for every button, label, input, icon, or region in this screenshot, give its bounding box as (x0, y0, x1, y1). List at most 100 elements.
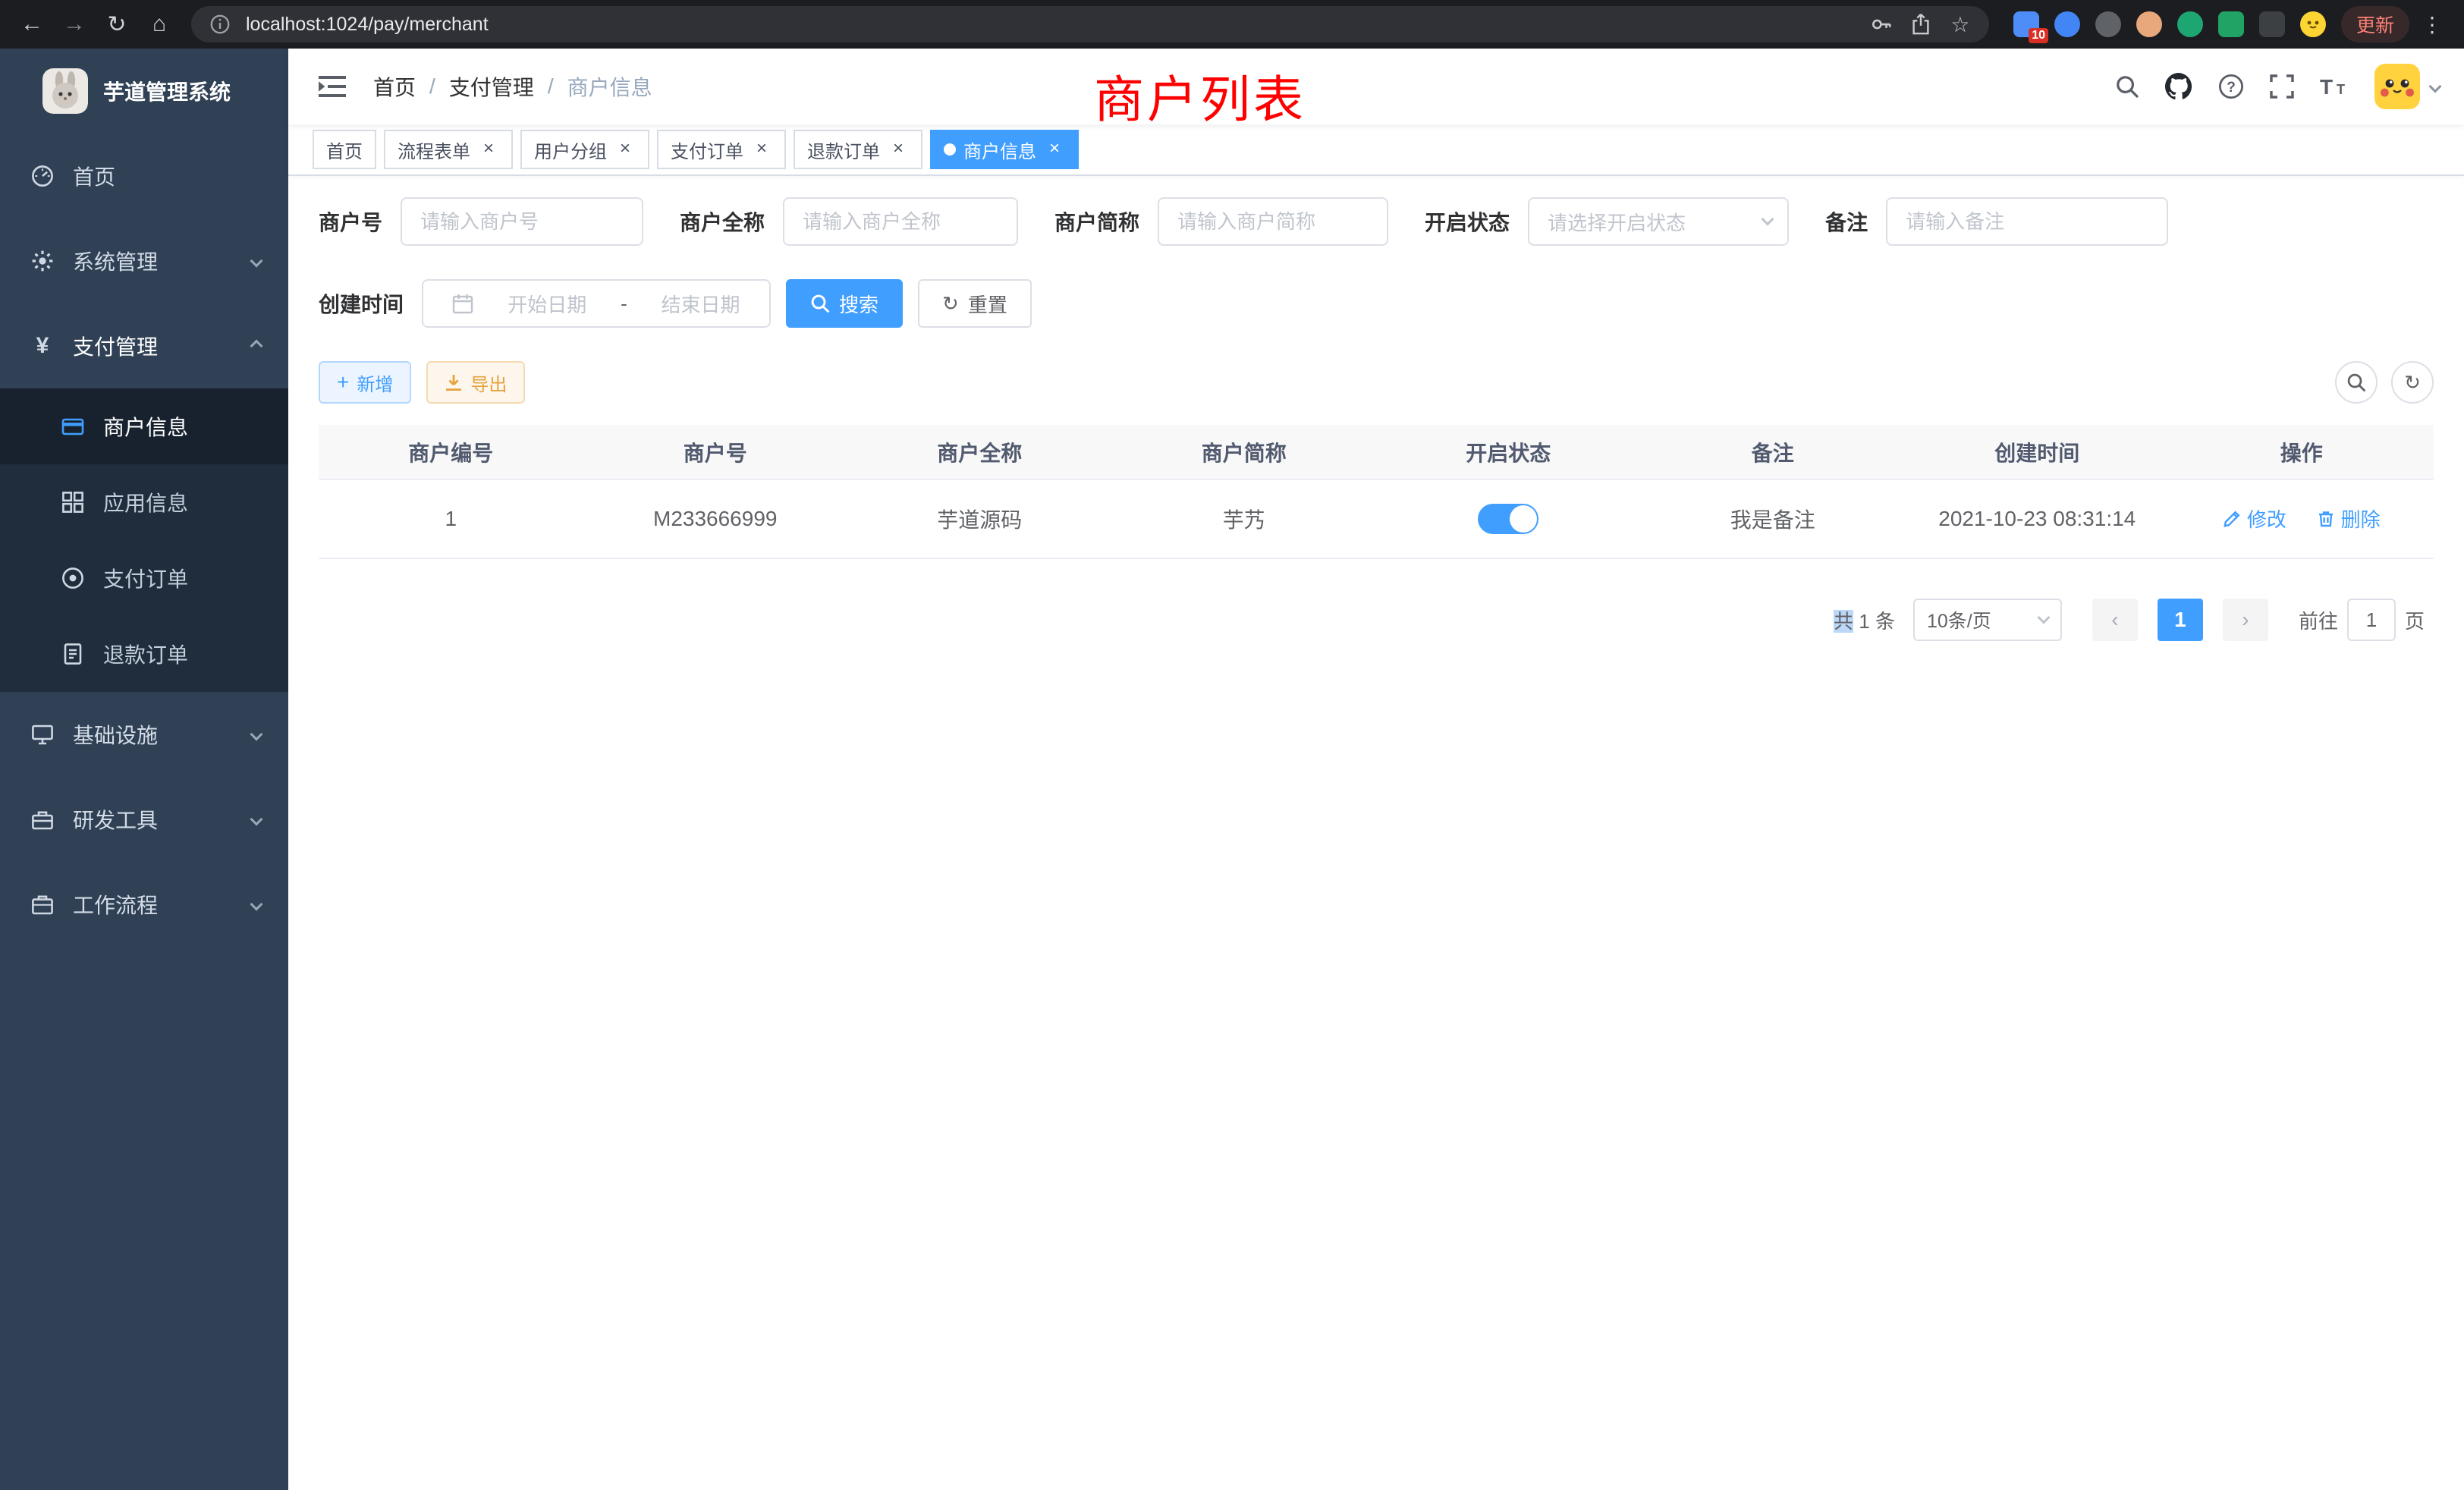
extension-icon-1[interactable]: 10 (2013, 11, 2039, 37)
add-button[interactable]: + 新增 (319, 361, 411, 404)
toggle-search-button[interactable] (2335, 361, 2378, 404)
document-icon (61, 642, 85, 666)
share-icon[interactable] (1907, 13, 1934, 36)
app-frame: 芋道管理系统 首页 系统管理 ¥ 支付管理 (0, 49, 2464, 1490)
chevron-down-icon (250, 255, 263, 268)
extension-icon-5[interactable] (2177, 11, 2203, 37)
status-select[interactable]: 请选择开启状态 (1528, 197, 1789, 246)
search-button[interactable]: 搜索 (786, 279, 903, 328)
plus-icon: + (337, 372, 349, 393)
sidebar-item-home[interactable]: 首页 (0, 134, 288, 218)
close-icon[interactable]: × (614, 139, 636, 160)
status-toggle[interactable] (1478, 504, 1538, 534)
app-logo[interactable]: 芋道管理系统 (0, 49, 288, 134)
breadcrumb-current: 商户信息 (567, 71, 652, 102)
page-size-select[interactable]: 10条/页 (1913, 599, 2062, 641)
password-key-icon[interactable] (1868, 13, 1895, 36)
main-area: 首页 / 支付管理 / 商户信息 ? (288, 49, 2464, 1490)
cell-actions: 修改 删除 (2170, 479, 2434, 558)
extension-icon-7[interactable] (2259, 11, 2285, 37)
font-size-icon[interactable]: TT (2320, 74, 2349, 99)
reset-button[interactable]: ↻ 重置 (918, 279, 1032, 328)
close-icon[interactable]: × (1044, 139, 1065, 160)
tab-merchant-info[interactable]: 商户信息 × (930, 130, 1079, 169)
merchant-full-name-input[interactable] (783, 197, 1018, 246)
sidebar-item-system[interactable]: 系统管理 (0, 218, 288, 303)
sidebar-item-label: 退款订单 (103, 639, 188, 669)
table-toolbar: + 新增 导出 ↻ (319, 361, 2434, 404)
close-icon[interactable]: × (751, 139, 772, 160)
search-icon[interactable] (2115, 74, 2139, 99)
breadcrumb-home[interactable]: 首页 (373, 71, 416, 102)
update-button[interactable]: 更新 (2341, 6, 2409, 42)
sidebar-item-refund-order[interactable]: 退款订单 (0, 616, 288, 692)
extension-icon-2[interactable] (2054, 11, 2080, 37)
svg-text:T: T (2337, 82, 2345, 97)
hamburger-icon[interactable] (313, 69, 352, 104)
page-content: 商户号 商户全称 商户简称 开启状态 请选择开启状态 (288, 176, 2464, 641)
url-text[interactable]: localhost:1024/pay/merchant (246, 14, 1856, 36)
extension-icon-3[interactable] (2095, 11, 2121, 37)
chevron-down-icon (250, 813, 263, 826)
tab-refund-order[interactable]: 退款订单 × (794, 130, 922, 169)
merchant-short-name-input[interactable] (1158, 197, 1388, 246)
extension-icon-4[interactable] (2136, 11, 2162, 37)
app-title: 芋道管理系统 (103, 76, 231, 106)
help-icon[interactable]: ? (2218, 74, 2244, 99)
remark-label: 备注 (1825, 206, 1868, 237)
forward-icon[interactable]: → (55, 5, 94, 44)
tab-label: 退款订单 (807, 137, 880, 163)
home-icon[interactable]: ⌂ (140, 5, 179, 44)
remark-input[interactable] (1886, 197, 2168, 246)
bookmark-star-icon[interactable]: ☆ (1947, 12, 1974, 37)
sidebar-item-app-info[interactable]: 应用信息 (0, 464, 288, 540)
close-icon[interactable]: × (888, 139, 909, 160)
goto-label: 前往 (2299, 606, 2338, 634)
table-row: 1 M233666999 芋道源码 芋艿 我是备注 2021-10-23 08:… (319, 479, 2434, 558)
breadcrumb-section[interactable]: 支付管理 (449, 71, 534, 102)
extensions-area: 10 (2013, 11, 2326, 37)
calendar-icon (452, 293, 473, 314)
merchant-no-input[interactable] (401, 197, 643, 246)
cell-remark: 我是备注 (1641, 479, 1906, 558)
tab-label: 流程表单 (398, 137, 470, 163)
refresh-table-button[interactable]: ↻ (2391, 361, 2434, 404)
extension-icon-6[interactable] (2218, 11, 2244, 37)
goto-page-input[interactable] (2347, 599, 2396, 641)
page-1-button[interactable]: 1 (2158, 599, 2203, 641)
sidebar-item-payment-order[interactable]: 支付订单 (0, 540, 288, 616)
export-button[interactable]: 导出 (426, 361, 525, 404)
user-menu[interactable] (2374, 64, 2440, 109)
profile-avatar-icon[interactable] (2300, 11, 2326, 37)
fullscreen-icon[interactable] (2270, 74, 2294, 99)
page-size-value: 10条/页 (1927, 606, 1991, 633)
dashboard-icon (30, 164, 55, 188)
close-icon[interactable]: × (478, 139, 499, 160)
sidebar-item-workflow[interactable]: 工作流程 (0, 862, 288, 947)
back-icon[interactable]: ← (12, 5, 52, 44)
prev-page-button[interactable]: ‹ (2092, 599, 2138, 641)
tab-user-group[interactable]: 用户分组 × (520, 130, 649, 169)
menu-dots-icon[interactable]: ⋮ (2412, 5, 2452, 44)
next-page-button[interactable]: › (2223, 599, 2268, 641)
tab-process-form[interactable]: 流程表单 × (384, 130, 513, 169)
bank-card-icon (61, 414, 85, 439)
tab-payment-order[interactable]: 支付订单 × (657, 130, 786, 169)
address-bar[interactable]: localhost:1024/pay/merchant ☆ (191, 6, 1989, 42)
edit-button[interactable]: 修改 (2223, 505, 2286, 533)
tab-home[interactable]: 首页 (313, 130, 376, 169)
cell-id: 1 (319, 479, 583, 558)
delete-button[interactable]: 删除 (2317, 505, 2381, 533)
user-avatar[interactable] (2374, 64, 2420, 109)
merchant-full-name-label: 商户全称 (680, 206, 765, 237)
sidebar-item-merchant-info[interactable]: 商户信息 (0, 388, 288, 464)
create-time-range-picker[interactable]: 开始日期 - 结束日期 (422, 279, 771, 328)
sidebar-item-dev-tools[interactable]: 研发工具 (0, 777, 288, 862)
sidebar-item-infrastructure[interactable]: 基础设施 (0, 692, 288, 777)
start-date-placeholder: 开始日期 (508, 290, 586, 318)
reload-icon[interactable]: ↻ (97, 5, 137, 44)
github-icon[interactable] (2165, 73, 2192, 100)
top-navbar: 首页 / 支付管理 / 商户信息 ? (288, 49, 2464, 124)
site-info-icon[interactable] (206, 14, 234, 35)
sidebar-item-payment[interactable]: ¥ 支付管理 (0, 303, 288, 388)
